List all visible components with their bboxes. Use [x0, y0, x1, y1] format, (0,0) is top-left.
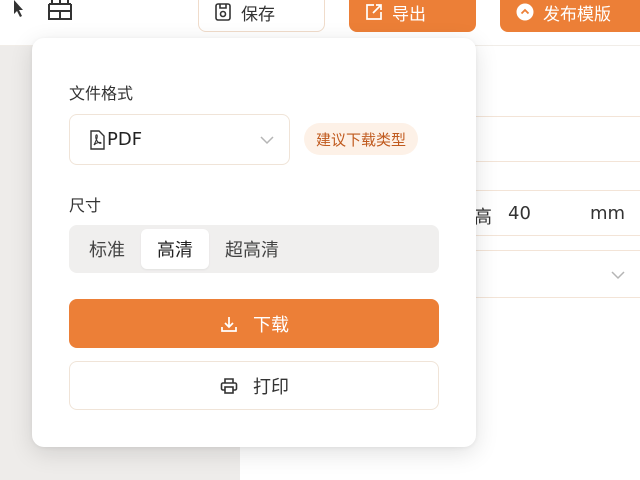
cursor-icon[interactable] [6, 0, 28, 22]
file-format-select[interactable]: PDF [69, 114, 290, 165]
height-value[interactable]: 40 [508, 203, 531, 224]
download-button[interactable]: 下载 [69, 299, 439, 348]
height-unit: mm [590, 203, 626, 224]
download-label: 下载 [253, 314, 289, 336]
chevron-down-icon [611, 271, 625, 280]
height-label: 高 [474, 207, 492, 228]
recommend-tag: 建议下载类型 [304, 123, 419, 155]
export-label: 导出 [392, 4, 426, 25]
export-popover: 文件格式 PDF 建议下载类型 尺寸 标准 高清 超高清 下载 打印 [32, 38, 476, 447]
publish-icon [515, 2, 535, 22]
export-button[interactable]: 导出 [349, 0, 476, 32]
chevron-down-icon [260, 135, 274, 144]
save-label: 保存 [241, 4, 275, 25]
file-format-value: PDF [107, 129, 143, 150]
size-label: 尺寸 [69, 196, 102, 215]
save-button[interactable]: 保存 [198, 0, 325, 32]
save-icon [213, 2, 233, 22]
print-label: 打印 [253, 376, 289, 398]
size-segmented-control: 标准 高清 超高清 [69, 225, 439, 273]
printer-icon [219, 376, 239, 396]
size-option-standard[interactable]: 标准 [73, 229, 141, 269]
print-button[interactable]: 打印 [69, 361, 439, 410]
table-icon[interactable] [46, 0, 74, 22]
publish-template-button[interactable]: 发布模版 [500, 0, 640, 32]
file-format-label: 文件格式 [69, 84, 134, 103]
download-icon [219, 314, 239, 334]
size-option-ultra-hd[interactable]: 超高清 [209, 229, 295, 269]
size-option-hd[interactable]: 高清 [141, 229, 209, 269]
export-icon [364, 2, 384, 22]
publish-label: 发布模版 [543, 4, 611, 25]
pdf-file-icon [88, 129, 106, 150]
